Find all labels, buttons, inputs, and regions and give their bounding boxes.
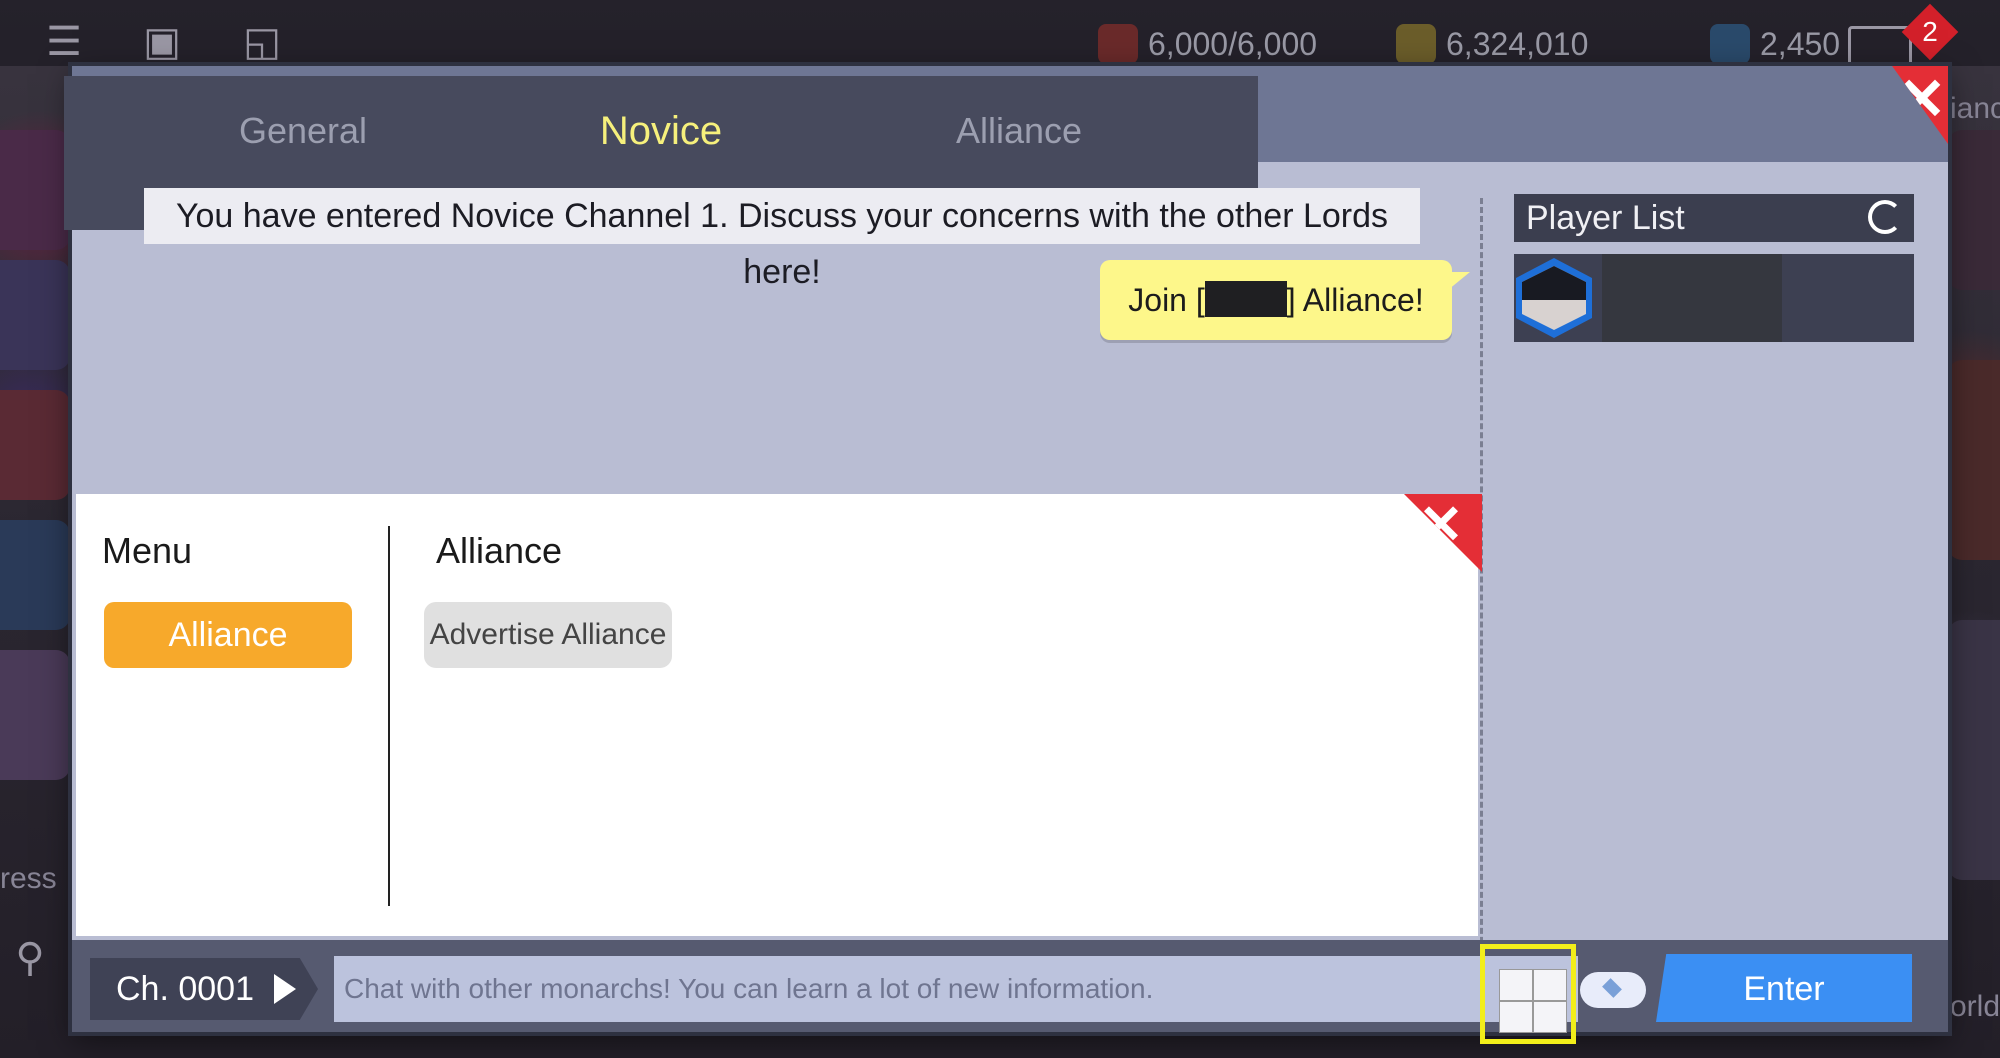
- bubble-tail: [1448, 272, 1470, 290]
- channel-notice: You have entered Novice Channel 1. Discu…: [144, 188, 1420, 291]
- gem-resource: 2,450: [1710, 22, 1840, 66]
- shop-bag-icon[interactable]: ◱: [238, 18, 286, 66]
- player-list-item[interactable]: [1514, 254, 1914, 342]
- side-event-icon[interactable]: [0, 650, 70, 780]
- side-event-icon[interactable]: [0, 260, 70, 370]
- side-event-icon[interactable]: [0, 520, 70, 630]
- stamina-icon: [1098, 24, 1138, 64]
- chat-dialog: General Novice Alliance ✕ You have enter…: [64, 66, 1948, 1044]
- player-list-divider: [1480, 198, 1483, 1024]
- play-arrow-icon: [274, 974, 296, 1004]
- grid-icon: [1499, 1001, 1533, 1033]
- avatar: [1516, 258, 1592, 338]
- menu-divider: [388, 526, 390, 906]
- menu-alliance-button[interactable]: Alliance: [104, 602, 352, 668]
- side-panel-right[interactable]: [1948, 360, 2000, 560]
- gem-icon: [1710, 24, 1750, 64]
- menu-title: Menu: [102, 530, 193, 571]
- chat-input[interactable]: [334, 956, 1578, 1022]
- grid-icon: [1533, 1001, 1567, 1033]
- player-list-header: Player List: [1514, 194, 1914, 242]
- section-title: Alliance: [436, 530, 563, 571]
- grid-icon: [1499, 969, 1533, 1001]
- close-menu-button[interactable]: ✕: [1404, 494, 1482, 572]
- channel-selector[interactable]: Ch. 0001: [90, 958, 318, 1020]
- quest-icon[interactable]: ☰: [40, 18, 88, 66]
- mail-badge-count: 2: [1922, 16, 1938, 47]
- side-event-icon[interactable]: [0, 130, 70, 250]
- side-panel-right[interactable]: [1948, 130, 2000, 290]
- edge-label: ress: [0, 862, 57, 895]
- gold-coin-icon: [1396, 24, 1436, 64]
- channel-label: Ch. 0001: [116, 970, 254, 1008]
- search-icon[interactable]: ⚲: [6, 934, 54, 982]
- top-hud: ☰ ▣ ◱ 6,000/6,000 6,324,010 2,450 2: [0, 0, 2000, 72]
- edge-label: orld: [1950, 990, 2000, 1023]
- stamina-value: 6,000/6,000: [1148, 25, 1318, 62]
- refresh-icon[interactable]: [1868, 200, 1902, 234]
- gem-value: 2,450: [1760, 25, 1841, 62]
- edge-label: ianc: [1950, 92, 2000, 125]
- mail-badge: 2: [1901, 3, 1959, 61]
- enter-button[interactable]: Enter: [1656, 954, 1912, 1022]
- close-icon: ✕: [1418, 495, 1464, 555]
- menu-grid-button[interactable]: [1480, 944, 1576, 1044]
- redacted-player-name: [1602, 254, 1782, 342]
- chat-menu-panel: Menu Alliance Alliance Advertise Allianc…: [76, 494, 1482, 936]
- gold-value: 6,324,010: [1446, 25, 1589, 62]
- avatar-portrait: [1522, 266, 1586, 330]
- player-list-title: Player List: [1526, 199, 1685, 237]
- side-event-icon[interactable]: [0, 390, 70, 500]
- chat-input-bar: Ch. 0001 Enter: [72, 940, 1948, 1044]
- calendar-icon[interactable]: ▣: [138, 18, 186, 66]
- gold-resource: 6,324,010: [1396, 22, 1588, 66]
- advertise-alliance-button[interactable]: Advertise Alliance: [424, 602, 672, 668]
- chat-message-bubble[interactable]: Join [ ] Alliance!: [1100, 260, 1452, 340]
- bubble-text-prefix: Join [: [1128, 282, 1205, 318]
- emoji-button[interactable]: [1580, 966, 1646, 1012]
- side-panel-right[interactable]: [1948, 620, 2000, 880]
- grid-icon: [1533, 969, 1567, 1001]
- bubble-text-suffix: ] Alliance!: [1286, 282, 1424, 318]
- stamina-resource: 6,000/6,000: [1098, 22, 1317, 66]
- avatar-hair: [1522, 266, 1586, 300]
- redacted-alliance-name: [1204, 281, 1287, 317]
